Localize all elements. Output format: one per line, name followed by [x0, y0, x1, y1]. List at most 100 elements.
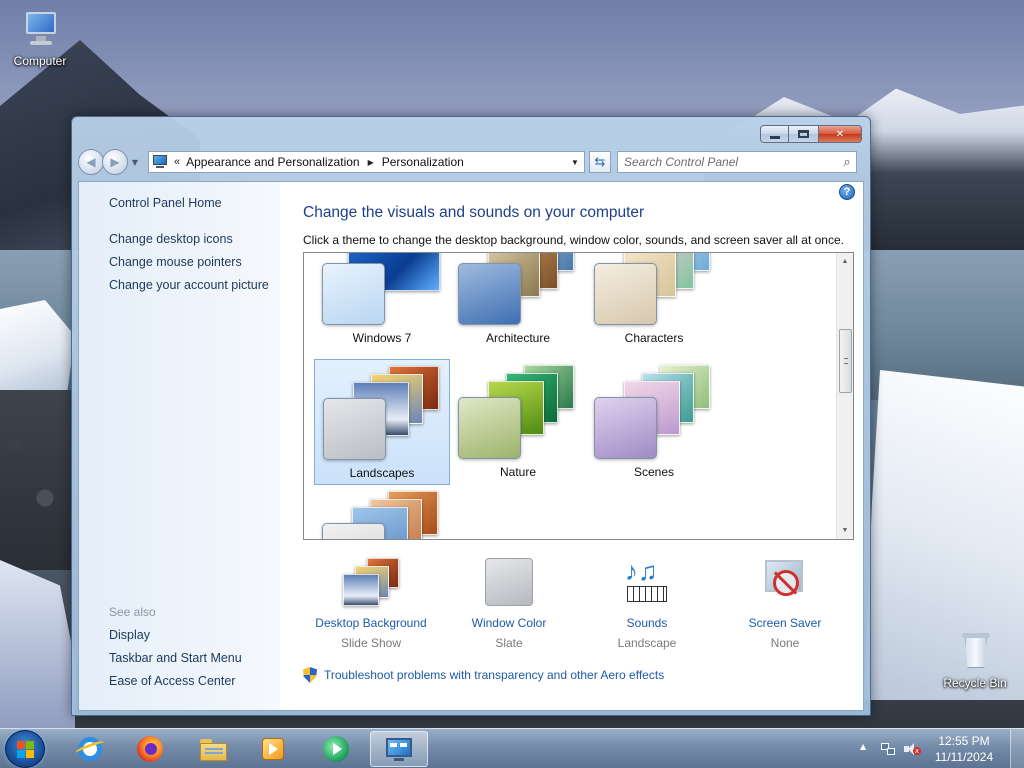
close-icon: ✕ [835, 128, 845, 140]
desktop-background-button[interactable]: Desktop Background Slide Show [301, 558, 441, 650]
sounds-button[interactable]: ♪♫ Sounds Landscape [577, 558, 717, 650]
setting-title[interactable]: Desktop Background [301, 616, 441, 630]
setting-title[interactable]: Screen Saver [715, 616, 855, 630]
start-button[interactable] [5, 730, 45, 768]
recycle-bin-icon [951, 630, 999, 674]
screen-saver-icon [757, 558, 813, 608]
link-change-mouse-pointers[interactable]: Change mouse pointers [109, 255, 242, 269]
see-also-heading: See also [109, 605, 156, 619]
search-placeholder: Search Control Panel [624, 155, 739, 169]
minimize-button[interactable] [760, 125, 788, 143]
setting-value: Landscape [617, 636, 677, 650]
setting-title[interactable]: Window Color [439, 616, 579, 630]
navigation-bar: ◀ ▶ ▼ « Appearance and Personalization ▶… [78, 147, 864, 177]
desktop-background-icon [343, 558, 399, 608]
taskbar-windows-explorer[interactable] [185, 731, 241, 767]
window-content: Control Panel Home Change desktop icons … [78, 181, 864, 711]
help-icon[interactable]: ? [839, 184, 855, 200]
notification-area: ▲ x 12:55 PM 11/11/2024 [854, 729, 1024, 768]
link-change-account-picture[interactable]: Change your account picture [109, 278, 269, 292]
window-color-icon [481, 558, 537, 608]
theme-architecture[interactable]: Architecture [450, 253, 586, 351]
theme-list[interactable]: Windows 7 Architecture Characters Landsc… [303, 252, 854, 540]
shield-icon [303, 667, 317, 683]
link-ease-of-access[interactable]: Ease of Access Center [109, 674, 235, 688]
theme-scenes[interactable]: Scenes [586, 359, 722, 485]
theme-characters[interactable]: Characters [586, 253, 722, 351]
theme-list-scrollbar[interactable]: ▲ ▼ [836, 253, 853, 539]
theme-partial[interactable] [314, 485, 450, 539]
theme-windows-7[interactable]: Windows 7 [314, 253, 450, 351]
caption-buttons: ✕ [760, 125, 862, 143]
troubleshoot-link-text[interactable]: Troubleshoot problems with transparency … [324, 668, 664, 682]
show-hidden-icons-icon[interactable]: ▲ [860, 742, 866, 751]
taskbar-windows-media-player[interactable] [245, 731, 301, 767]
taskbar-firefox[interactable] [122, 731, 178, 767]
theme-settings-row: Desktop Background Slide Show Window Col… [301, 558, 843, 650]
system-clock[interactable]: 12:55 PM 11/11/2024 [929, 733, 999, 765]
taskbar-windows-media-center[interactable] [308, 731, 364, 767]
recent-pages-dropdown[interactable]: ▼ [128, 158, 142, 167]
theme-thumbnail [590, 359, 720, 459]
media-player-icon [259, 735, 287, 763]
scrollbar-thumb[interactable] [839, 329, 852, 393]
link-display[interactable]: Display [109, 628, 150, 642]
screen-saver-button[interactable]: Screen Saver None [715, 558, 855, 650]
breadcrumb-personalization[interactable]: Personalization [382, 155, 464, 169]
setting-title[interactable]: Sounds [577, 616, 717, 630]
desktop-icon-recycle-bin[interactable]: Recycle Bin [937, 630, 1013, 690]
breadcrumb-appearance[interactable]: Appearance and Personalization [186, 155, 359, 169]
theme-label: Nature [499, 465, 537, 479]
network-icon[interactable] [880, 741, 896, 757]
main-pane: ? Change the visuals and sounds on your … [280, 182, 863, 710]
firefox-icon [136, 735, 164, 763]
theme-thumbnail [454, 359, 584, 459]
window-color-button[interactable]: Window Color Slate [439, 558, 579, 650]
theme-thumbnail [318, 253, 448, 325]
setting-value: Slate [495, 636, 523, 650]
minimize-icon [769, 135, 780, 139]
desktop-icon-computer[interactable]: Computer [2, 8, 78, 68]
search-input[interactable]: Search Control Panel ⌕ [617, 151, 857, 173]
control-panel-icon [152, 155, 168, 169]
show-desktop-button[interactable] [1010, 729, 1024, 768]
computer-icon [16, 8, 64, 52]
theme-thumbnail [454, 253, 584, 325]
page-description: Click a theme to change the desktop back… [303, 233, 844, 247]
theme-label: Architecture [485, 331, 551, 345]
refresh-button[interactable]: ⇆ [589, 151, 611, 173]
scroll-down-icon[interactable]: ▼ [837, 522, 853, 539]
media-center-icon [322, 735, 350, 763]
theme-thumbnail [590, 253, 720, 325]
theme-landscapes[interactable]: Landscapes [314, 359, 450, 485]
address-overflow-chevron[interactable]: « [174, 156, 180, 168]
link-change-desktop-icons[interactable]: Change desktop icons [109, 232, 233, 246]
troubleshoot-link[interactable]: Troubleshoot problems with transparency … [303, 667, 664, 683]
address-bar[interactable]: « Appearance and Personalization ▶ Perso… [148, 151, 585, 173]
sounds-icon: ♪♫ [619, 558, 675, 608]
personalization-window: ✕ ◀ ▶ ▼ « Appearance and Personalization… [71, 116, 871, 716]
search-icon[interactable]: ⌕ [838, 154, 856, 170]
maximize-button[interactable] [788, 125, 818, 143]
taskbar-internet-explorer[interactable] [62, 731, 118, 767]
theme-label: Characters [624, 331, 684, 345]
close-button[interactable]: ✕ [818, 125, 862, 143]
forward-button[interactable]: ▶ [102, 149, 128, 175]
theme-nature[interactable]: Nature [450, 359, 586, 485]
link-taskbar-start-menu[interactable]: Taskbar and Start Menu [109, 651, 242, 665]
address-dropdown-icon[interactable]: ▼ [566, 158, 584, 167]
page-title: Change the visuals and sounds on your co… [303, 204, 645, 221]
windows-logo-icon [17, 741, 35, 759]
breadcrumb-separator-icon[interactable]: ▶ [368, 158, 374, 167]
back-button[interactable]: ◀ [78, 149, 104, 175]
wallpaper-rocks [0, 390, 75, 570]
scroll-up-icon[interactable]: ▲ [837, 253, 853, 270]
theme-thumbnail [319, 360, 449, 460]
theme-thumbnail [318, 485, 448, 539]
desktop-icon-label: Recycle Bin [943, 676, 1007, 690]
clock-time: 12:55 PM [938, 734, 990, 748]
link-control-panel-home[interactable]: Control Panel Home [109, 196, 222, 210]
taskbar-control-panel[interactable] [370, 731, 428, 767]
maximize-icon [798, 130, 809, 138]
volume-muted-icon[interactable]: x [904, 741, 921, 757]
